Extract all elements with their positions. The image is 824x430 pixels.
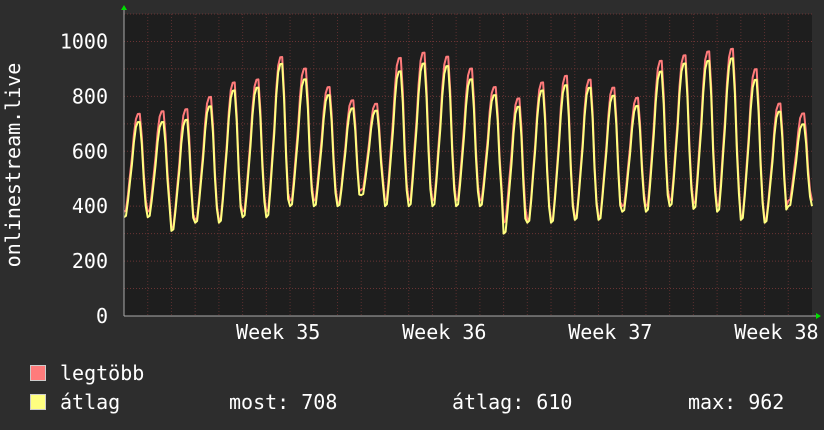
y-tick-label: 800 [72,84,108,108]
stat-current: most: 708 [229,390,338,414]
x-axis-arrow [816,313,821,319]
y-tick-label: 400 [72,194,108,218]
stat-average: átlag: 610 [452,390,573,414]
legend-avg: átlag most: 708 átlag: 610 max: 962 [30,391,820,413]
stat-maximum: max: 962 [688,390,785,414]
y-axis-arrow [121,5,127,10]
x-tick-label: Week 35 [236,320,320,344]
y-tick-label: 600 [72,139,108,163]
legend-swatch-max [30,365,46,381]
y-tick-label: 0 [96,304,108,328]
y-axis-label: onlinestream.live [1,63,25,268]
x-tick-label: Week 38 [734,320,818,344]
x-tick-label: Week 36 [402,320,486,344]
y-tick-label: 200 [72,249,108,273]
legend-max-label: legtöbb [60,361,145,385]
legend-swatch-avg [30,394,46,410]
x-tick-label: Week 37 [568,320,652,344]
y-tick-label: 1000 [60,29,108,53]
legend-avg-label: átlag [60,390,121,414]
legend-max: legtöbb [30,362,820,384]
